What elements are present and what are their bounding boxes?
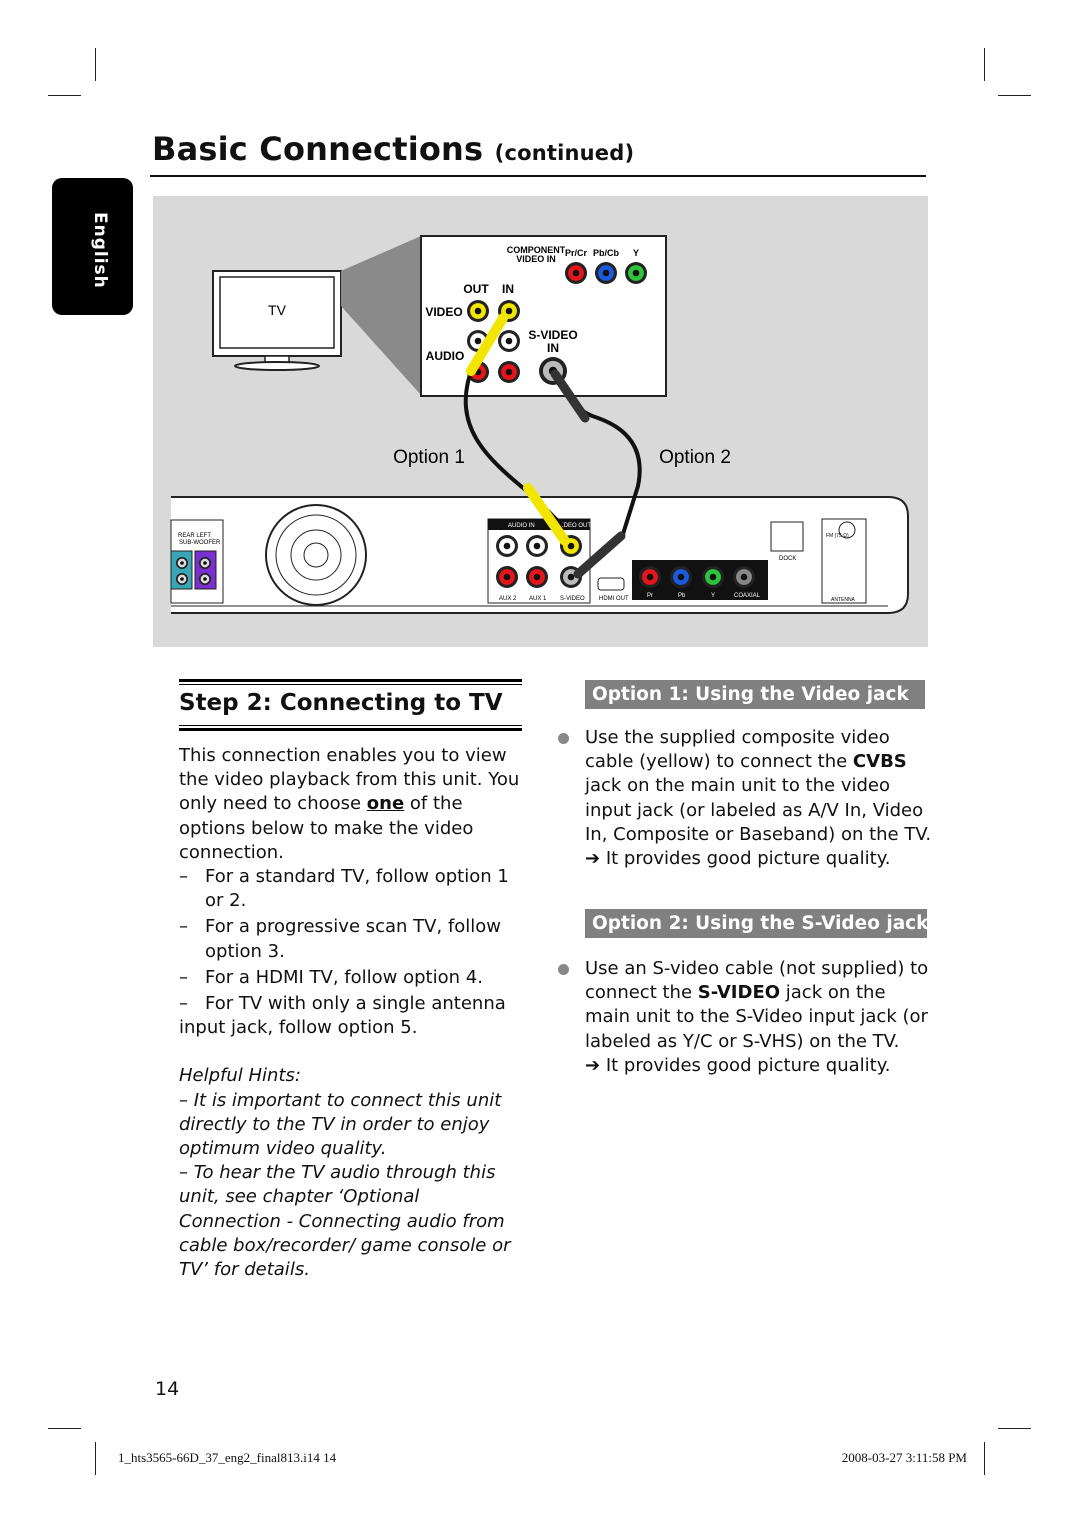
crop-mark [95, 48, 96, 81]
rear-left-jack [176, 557, 188, 569]
crop-mark [984, 1442, 985, 1475]
component-label-2: VIDEO IN [516, 254, 556, 264]
option1-result: It provides good picture quality. [605, 848, 891, 870]
fm-label: FM (75 Ω) [826, 533, 849, 539]
unit-svideo-label: S-VIDEO [560, 596, 585, 602]
unit-pb-label: Pb [678, 593, 686, 599]
coaxial-label: COAXIAL [734, 593, 761, 599]
fan-icon [265, 504, 367, 606]
aux1-label: AUX 1 [529, 596, 547, 602]
list-item: – For a progressive scan TV, follow optio… [179, 916, 502, 962]
dock-label: DOCK [779, 556, 796, 562]
option2-label: Option 2 [659, 447, 731, 468]
hints-title: Helpful Hints: [179, 1065, 301, 1087]
antenna-label: ANTENNA [831, 597, 856, 603]
dock-port [770, 521, 804, 552]
step-intro: This connection enables you to view the … [179, 745, 520, 863]
option1-label: Option 1 [393, 447, 465, 468]
emphasis-one: one [366, 793, 405, 815]
step-rule-bottom [179, 728, 522, 731]
pb-label: Pb/Cb [593, 248, 620, 258]
y-label: Y [633, 248, 639, 258]
pr-out-jack [639, 566, 661, 588]
diagram-svg: TV COMPONENT VIDEO IN Pr/Cr Pb/Cb Y OUT … [170, 235, 909, 614]
svideo-in-label: IN [547, 341, 559, 355]
option2-result: It provides good picture quality. [605, 1054, 891, 1076]
rear-left-jack [176, 573, 188, 585]
tv-illustration: TV [212, 270, 342, 371]
aux2-l-jack [496, 535, 518, 557]
audio-label: AUDIO [426, 349, 465, 363]
unit-y-label: Y [711, 593, 715, 599]
page-number: 14 [155, 1378, 180, 1400]
audio-in-label: AUDIO IN [508, 523, 535, 529]
y-out-jack [702, 566, 724, 588]
rear-left-label: REAR LEFT [178, 533, 211, 539]
crop-mark [984, 48, 985, 81]
hdmi-label: HDMI OUT [599, 596, 629, 602]
step-rule-top-thin [179, 684, 522, 685]
component-y-jack [625, 262, 647, 284]
arrow-icon: ➔ [585, 848, 601, 870]
unit-pr-label: Pr [647, 593, 653, 599]
unit-rear-panel: REAR LEFT SUB-WOOFER AUDIO IN VIDEO OUT … [170, 496, 909, 614]
list-item: – For TV with only a single antenna input… [179, 993, 506, 1039]
in-label: IN [502, 282, 514, 296]
option1-bullet: Use the supplied composite video cable (… [556, 726, 936, 871]
zoom-wedge [341, 236, 421, 395]
language-label: English [90, 212, 110, 289]
list-item: – For a standard TV, follow option 1 or 2… [179, 866, 509, 912]
step-title: Step 2: Connecting to TV [179, 690, 503, 716]
crop-mark [95, 1442, 96, 1475]
hdmi-port [597, 577, 625, 591]
language-tab: English [52, 178, 133, 315]
subwoofer-jack [199, 573, 211, 585]
step-body: This connection enables you to view the … [179, 744, 524, 1282]
footer-file: 1_hts3565-66D_37_eng2_final813.i14 14 [118, 1450, 337, 1465]
component-pr-jack [565, 262, 587, 284]
subwoofer-label: SUB-WOOFER [179, 540, 221, 546]
aux2-label: AUX 2 [499, 596, 517, 602]
video-label: VIDEO [425, 305, 462, 319]
aux2-r-jack [496, 566, 518, 588]
component-pb-jack [595, 262, 617, 284]
title-text: Basic Connections [152, 130, 484, 168]
option2-bullet: Use an S-video cable (not supplied) to c… [556, 957, 936, 1078]
subwoofer-jack [199, 557, 211, 569]
audio-r-in-jack [498, 361, 520, 383]
bullet-icon [558, 733, 569, 744]
option1-header: Option 1: Using the Video jack [585, 680, 925, 709]
aux1-l-jack [526, 535, 548, 557]
pb-out-jack [670, 566, 692, 588]
connection-diagram: TV COMPONENT VIDEO IN Pr/Cr Pb/Cb Y OUT … [153, 196, 928, 647]
option2-header: Option 2: Using the S-Video jack [585, 909, 928, 938]
crop-mark [48, 1428, 81, 1429]
footer-timestamp: 2008-03-27 3:11:58 PM [841, 1450, 967, 1465]
crop-mark [998, 95, 1031, 96]
helpful-hints: Helpful Hints: – It is important to conn… [179, 1064, 524, 1282]
svideo-term: S-VIDEO [697, 982, 781, 1004]
tv-rear-panel: COMPONENT VIDEO IN Pr/Cr Pb/Cb Y OUT IN … [420, 235, 667, 397]
hint-item: – To hear the TV audio through this unit… [179, 1162, 511, 1281]
step-rule-top [179, 679, 522, 682]
aux1-r-jack [526, 566, 548, 588]
svideo-label: S-VIDEO [528, 328, 577, 342]
out-label: OUT [463, 282, 489, 296]
hint-item: – It is important to connect this unit d… [179, 1089, 502, 1160]
audio-l-in-jack [498, 330, 520, 352]
crop-mark [48, 95, 81, 96]
pr-label: Pr/Cr [565, 248, 588, 258]
title-continued: (continued) [494, 141, 635, 165]
coaxial-jack [733, 566, 755, 588]
arrow-icon: ➔ [585, 1054, 601, 1076]
page-title: Basic Connections (continued) [152, 130, 634, 168]
step-rule-bottom-thin [179, 725, 522, 726]
tv-label: TV [268, 302, 287, 318]
list-item: – For a HDMI TV, follow option 4. [179, 966, 483, 988]
crop-mark [998, 1428, 1031, 1429]
video-out-jack [467, 300, 489, 322]
title-rule [150, 175, 926, 177]
bullet-icon [558, 964, 569, 975]
cvbs-term: CVBS [852, 751, 907, 773]
